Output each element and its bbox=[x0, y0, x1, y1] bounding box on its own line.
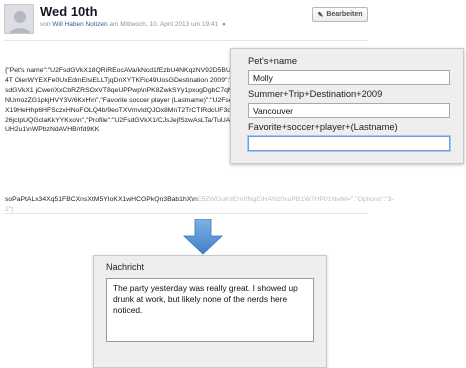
pet-name-label: Pet's+name bbox=[248, 56, 298, 66]
credentials-form: Pet's+name Summer+Trip+Destination+2009 … bbox=[230, 48, 464, 164]
edit-button-label: Bearbeiten bbox=[326, 11, 363, 18]
avatar[interactable] bbox=[4, 4, 34, 34]
dialog-title: Nachricht bbox=[106, 262, 145, 272]
note-body-tail-visible: soPaPtALx34Xq51FBCXnsXtM5YIoKX1wHCGPkQn3… bbox=[5, 196, 197, 203]
trip-destination-label: Summer+Trip+Destination+2009 bbox=[248, 89, 383, 99]
edit-button[interactable]: ✎ Bearbeiten bbox=[312, 7, 368, 22]
divider bbox=[4, 40, 368, 41]
soccer-player-input[interactable] bbox=[248, 136, 450, 151]
arrow-down-icon bbox=[183, 219, 223, 255]
globe-icon[interactable]: ● bbox=[222, 21, 226, 28]
byline-date: am Mittwoch, 10. April 2013 um 19:41 bbox=[107, 21, 219, 28]
pet-name-input[interactable] bbox=[248, 70, 450, 85]
divider bbox=[4, 213, 368, 214]
user-silhouette-icon bbox=[5, 5, 33, 33]
note-body: {"Pet's name":"U2FsdGVkX18QRiREocAVa/kNc… bbox=[5, 67, 247, 134]
trip-destination-input[interactable] bbox=[248, 103, 450, 118]
note-byline: von Will Haben Notizen am Mittwoch, 10. … bbox=[40, 21, 226, 28]
message-dialog: Nachricht The party yesterday was really… bbox=[93, 255, 327, 368]
author-link[interactable]: Will Haben Notizen bbox=[52, 21, 107, 28]
byline-prefix: von bbox=[40, 21, 53, 28]
note-title: Wed 10th bbox=[40, 4, 98, 19]
soccer-player-label: Favorite+soccer+player+(Lastname) bbox=[248, 122, 398, 132]
message-textarea[interactable]: The party yesterday was really great. I … bbox=[106, 278, 314, 342]
pencil-icon: ✎ bbox=[317, 11, 324, 19]
note-body-tail: soPaPtALx34Xq51FBCXnsXtM5YIoKX1wHCGPkQn3… bbox=[5, 195, 394, 215]
